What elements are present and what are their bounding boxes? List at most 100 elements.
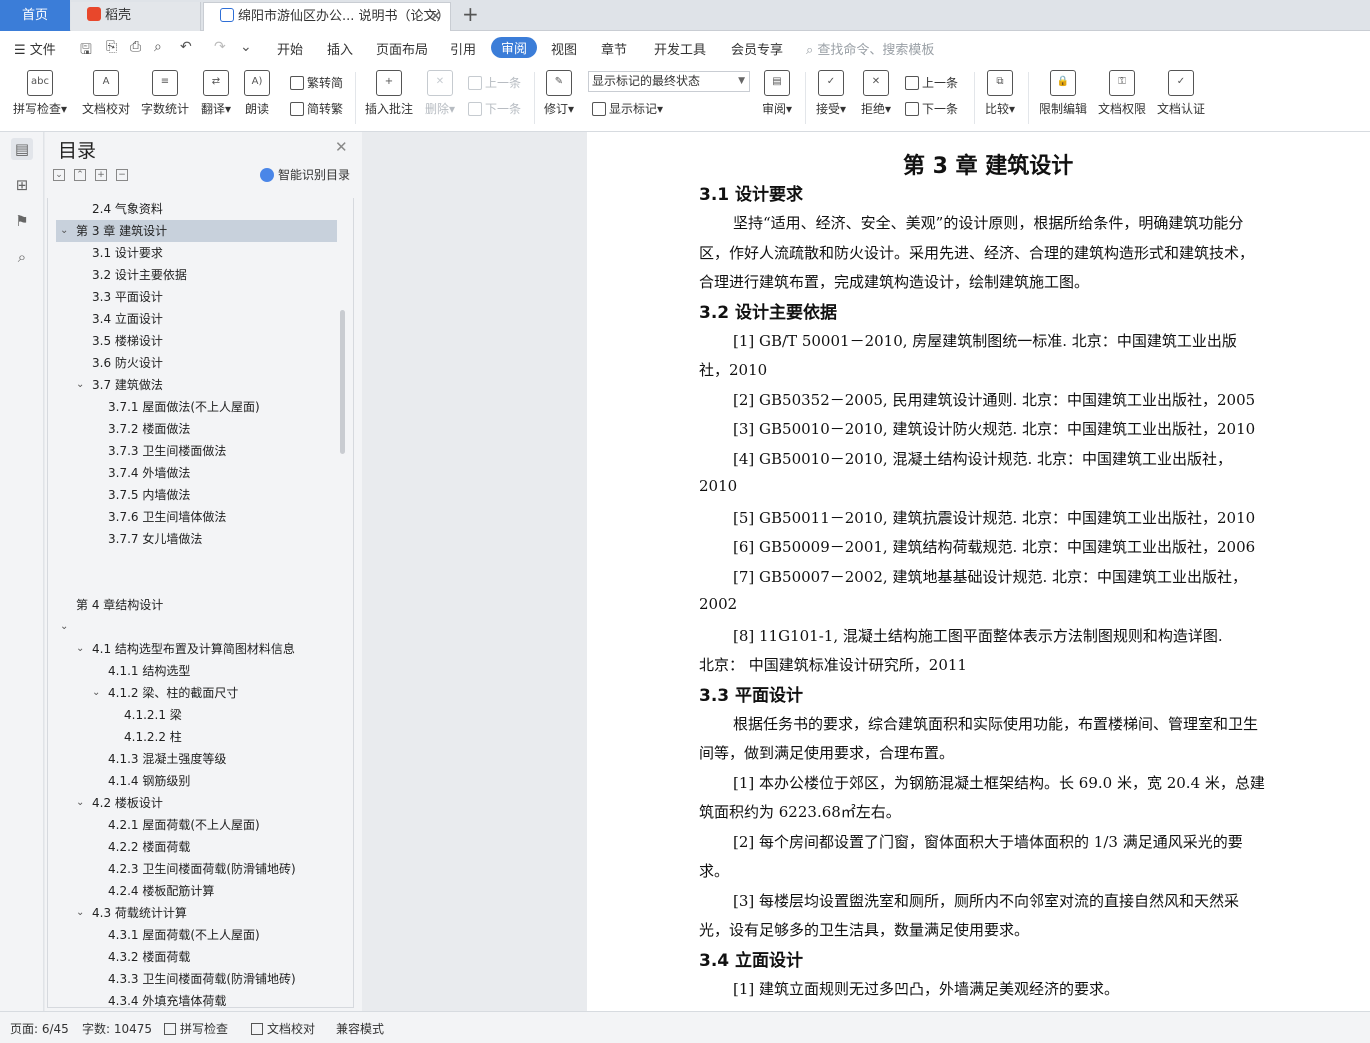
toc-item[interactable]: 3.1 设计要求 [92,242,163,264]
chevron-down-icon[interactable]: ⌄ [60,220,68,242]
toc-item[interactable]: 4.2.1 屋面荷载(不上人屋面) [108,814,260,836]
toc-item[interactable]: ⌄ 4.2 楼板设计 [76,792,163,814]
next-comment-button[interactable]: 下一条 [468,100,521,117]
quick-access-more-icon[interactable]: ⌄ [240,39,252,55]
toc-item[interactable]: 3.7.4 外墙做法 [108,462,190,484]
expand-all-icon[interactable]: + [95,169,107,181]
menu-review[interactable]: 审阅 [491,37,538,58]
menu-member[interactable]: 会员专享 [731,39,783,58]
toc-item[interactable]: 3.5 楼梯设计 [92,330,163,352]
menu-developer[interactable]: 开发工具 [654,39,706,58]
toc-item[interactable]: 4.1.4 钢筋级别 [108,770,190,792]
toc-item[interactable]: 3.7.2 楼面做法 [108,418,190,440]
format-painter-icon[interactable]: ⎘ [106,39,117,55]
toc-item[interactable]: 3.3 平面设计 [92,286,163,308]
document-tab[interactable]: 绵阳市游仙区办公... 说明书（论文） ✕ [203,2,451,31]
new-tab-button[interactable]: + [462,2,479,26]
toc-item[interactable]: 3.7.5 内墙做法 [108,484,190,506]
menu-page-layout[interactable]: 页面布局 [376,39,428,58]
toc-item[interactable]: 4.1.1 结构选型 [108,660,190,682]
save-icon[interactable]: 🖫 [80,39,92,63]
spellcheck-button[interactable]: abc 拼写检查▾ [10,70,70,117]
prev-comment-button[interactable]: 上一条 [468,74,521,91]
doc-check-button[interactable]: A 文档校对 [80,70,132,117]
docer-tab[interactable]: 稻壳 [71,2,201,31]
toc-item[interactable]: 4.1.2.1 梁 [124,704,182,726]
toc-scrollbar[interactable] [340,310,345,454]
undo-icon[interactable]: ↶ [180,39,192,55]
toc-item[interactable]: 4.1.2.2 柱 [124,726,182,748]
toc-item[interactable]: 4.1.3 混凝土强度等级 [108,748,226,770]
close-tab-icon[interactable]: ✕ [429,3,442,30]
toc-item[interactable]: ⌄ 4.1.2 梁、柱的截面尺寸 [92,682,238,704]
toc-item[interactable]: 3.7.1 屋面做法(不上人屋面) [108,396,260,418]
compare-button[interactable]: ⧉ 比较▾ [983,70,1017,117]
file-menu[interactable]: ☰ 文件 [14,39,56,58]
translate-button[interactable]: ⇄ 翻译▾ [197,70,235,117]
home-tab[interactable]: 首页 [0,0,70,31]
toc-item[interactable]: 3.7.7 女儿墙做法 [108,528,202,550]
toc-item[interactable]: 3.7.3 卫生间楼面做法 [108,440,226,462]
chevron-down-icon[interactable]: ⌄ [60,616,68,638]
chevron-down-icon[interactable]: ⌄ [76,638,84,660]
menu-start[interactable]: 开始 [277,39,303,58]
expand-up-icon[interactable]: ⌃ [74,169,86,181]
doc-certify-button[interactable]: ✓ 文档认证 [1155,70,1207,117]
toc-item[interactable]: 4.2.2 楼面荷载 [108,836,190,858]
toc-item[interactable]: 3.6 防火设计 [92,352,163,374]
menu-view[interactable]: 视图 [551,39,577,58]
toc-panel-icon[interactable]: ▤ [11,138,33,160]
delete-comment-button[interactable]: ✕ 删除▾ [423,70,457,117]
toc-item[interactable]: 4.3.3 卫生间楼面荷载(防滑铺地砖) [108,968,296,990]
read-aloud-button[interactable]: A) 朗读 [243,70,271,117]
toc-item[interactable]: ⌄ 4.3 荷载统计计算 [76,902,187,924]
section-nav-icon[interactable]: ⊞ [11,174,33,196]
markup-state-select[interactable]: 显示标记的最终状态 ▼ [588,71,750,92]
next-change-button[interactable]: 下一条 [905,100,958,117]
restrict-edit-button[interactable]: 🔒 限制编辑 [1037,70,1089,117]
redo-icon[interactable]: ↷ [214,39,226,55]
print-preview-icon[interactable]: ⌕ [154,39,162,55]
show-markup-button[interactable]: 显示标记▾ [592,100,663,117]
close-icon[interactable]: ✕ [335,138,348,156]
collapse-down-icon[interactable]: ⌄ [53,169,65,181]
toc-item[interactable]: 3.2 设计主要依据 [92,264,187,286]
toc-item[interactable]: 2.4 气象资料 [92,198,163,220]
chevron-down-icon[interactable]: ⌄ [76,902,84,924]
toc-item[interactable]: 4.2.4 楼板配筋计算 [108,880,214,902]
find-icon[interactable]: ⌕ [11,246,33,268]
chevron-down-icon[interactable]: ⌄ [76,792,84,814]
toc-item[interactable]: 4.3.2 楼面荷载 [108,946,190,968]
word-count-status[interactable]: 字数: 10475 [82,1020,152,1037]
smart-toc-button[interactable]: 智能识别目录 [260,166,350,183]
print-icon[interactable]: ⎙ [130,39,141,55]
toc-item[interactable]: 4.3.1 屋面荷载(不上人屋面) [108,924,260,946]
toc-item[interactable]: 3.7.6 卫生间墙体做法 [108,506,226,528]
review-pane-button[interactable]: ▤ 审阅▾ [761,70,793,117]
word-count-button[interactable]: ≡ 字数统计 [139,70,191,117]
chevron-down-icon[interactable]: ⌄ [76,374,84,396]
collapse-all-icon[interactable]: − [116,169,128,181]
menu-insert[interactable]: 插入 [327,39,353,58]
doc-check-status[interactable]: 文档校对 [251,1020,315,1037]
reject-button[interactable]: ✕ 拒绝▾ [859,70,893,117]
toc-item[interactable]: ⌄ 第 3 章 建筑设计 [56,220,337,242]
bookmark-icon[interactable]: ⚑ [11,210,33,232]
command-search[interactable]: ⌕ 查找命令、搜索模板 [806,39,934,58]
chevron-down-icon[interactable]: ⌄ [92,682,100,704]
page-indicator[interactable]: 页面: 6/45 [10,1020,69,1037]
track-changes-button[interactable]: ✎ 修订▾ [542,70,576,117]
toc-item[interactable]: ⌄ 3.7 建筑做法 [76,374,163,396]
trad-to-simp-button[interactable]: 繁转简 [290,74,343,91]
menu-references[interactable]: 引用 [450,39,476,58]
doc-permission-button[interactable]: ⚿ 文档权限 [1096,70,1148,117]
toc-item[interactable]: 4.2.3 卫生间楼面荷载(防滑铺地砖) [108,858,296,880]
toc-item[interactable]: 4.3.4 外填充墙体荷载 [108,990,226,1007]
toc-item[interactable]: ⌄ 4.1 结构选型布置及计算简图材料信息 [76,638,295,660]
document-page[interactable]: 第 3 章 建筑设计 3.1 设计要求 坚持“适用、经济、安全、美观”的设计原则，… [587,132,1370,1011]
menu-section[interactable]: 章节 [601,39,627,58]
toc-item[interactable]: 3.4 立面设计 [92,308,163,330]
prev-change-button[interactable]: 上一条 [905,74,958,91]
spellcheck-status[interactable]: 拼写检查 [164,1020,228,1037]
insert-comment-button[interactable]: + 插入批注 [364,70,414,117]
